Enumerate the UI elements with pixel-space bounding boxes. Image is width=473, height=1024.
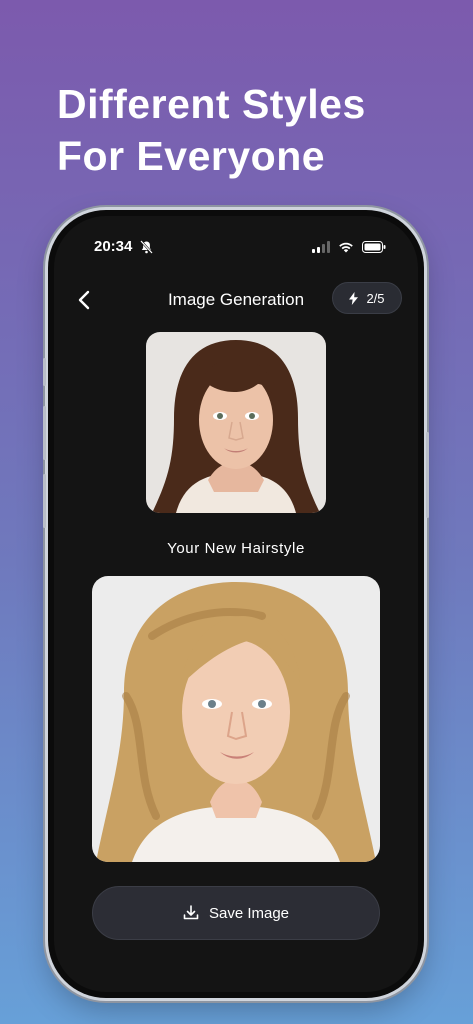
- silent-bell-icon: [140, 240, 153, 254]
- credits-count: 2/5: [366, 290, 385, 306]
- generated-portrait-image: [92, 576, 380, 862]
- cellular-signal-icon: [312, 241, 330, 253]
- navigation-bar: Image Generation 2/5: [54, 280, 418, 320]
- save-image-button[interactable]: Save Image: [92, 886, 380, 940]
- generated-photo: [92, 576, 380, 862]
- volume-down-button: [43, 474, 46, 528]
- power-button: [426, 432, 429, 518]
- phone-frame: 20:34 Image Generation 2/5 Your New Hair…: [43, 210, 429, 998]
- original-portrait-image: [146, 332, 326, 513]
- phone-screen: 20:34 Image Generation 2/5 Your New Hair…: [54, 216, 418, 992]
- wifi-icon: [339, 242, 353, 253]
- credits-badge[interactable]: 2/5: [332, 282, 402, 314]
- mute-switch: [43, 358, 46, 386]
- save-image-label: Save Image: [208, 904, 290, 922]
- headline-line-2: For Everyone: [57, 133, 326, 179]
- result-caption: Your New Hairstyle: [167, 540, 305, 557]
- volume-up-button: [43, 406, 46, 460]
- status-time: 20:34: [94, 238, 133, 255]
- headline-line-1: Different Styles: [57, 81, 366, 127]
- original-photo: [146, 332, 326, 513]
- marketing-headline: Different Styles For Everyone: [57, 78, 366, 182]
- status-bar: 20:34: [54, 238, 418, 258]
- battery-icon: [362, 241, 386, 253]
- download-icon: [183, 905, 199, 920]
- lightning-icon: [349, 291, 359, 305]
- status-indicators: [312, 241, 386, 253]
